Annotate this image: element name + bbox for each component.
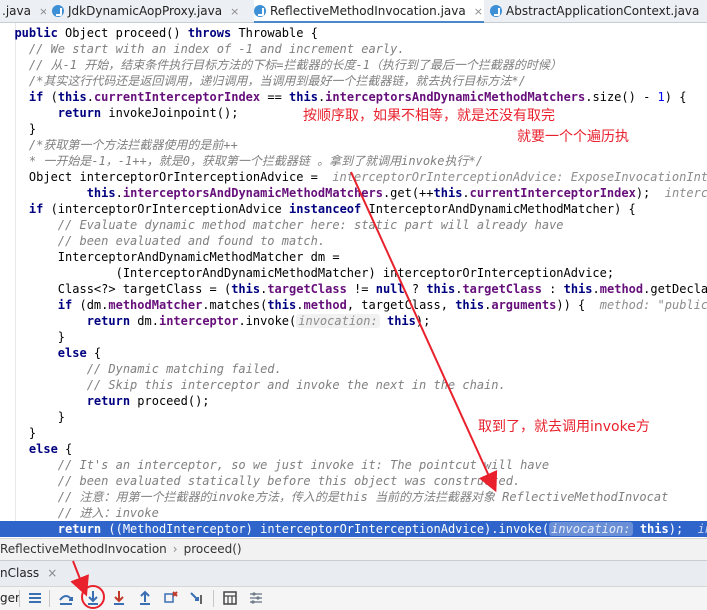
close-icon[interactable]: × xyxy=(230,5,239,18)
code-line[interactable]: (InterceptorAndDynamicMethodMatcher) int… xyxy=(0,265,707,281)
code-line[interactable]: // Dynamic matching failed. xyxy=(0,361,707,377)
close-icon[interactable]: × xyxy=(47,566,57,580)
debug-panel-tabs: nClass × xyxy=(0,560,707,586)
debugger-tab-label[interactable]: ger xyxy=(0,587,20,610)
code-line[interactable]: return dm.interceptor.invoke(invocation:… xyxy=(0,313,707,329)
tab-abstract-application-context[interactable]: AbstractApplicationContext.java× xyxy=(490,0,707,22)
breadcrumb-class[interactable]: ReflectiveMethodInvocation xyxy=(0,542,167,556)
debug-toolbar: ger xyxy=(0,586,707,610)
parameter-hint: invocation: xyxy=(296,314,380,328)
annotation-call-invoke: 取到了，就去调用invoke方 xyxy=(478,419,650,435)
code-line[interactable]: InterceptorAndDynamicMethodMatcher dm = xyxy=(0,249,707,265)
code-line[interactable]: // 进入：invoke xyxy=(0,505,707,521)
tab-label: JdkDynamicAopProxy.java xyxy=(68,4,223,18)
code-line[interactable]: Class<?> targetClass = (this.targetClass… xyxy=(0,281,707,297)
code-line[interactable]: if (this.currentInterceptorIndex == this… xyxy=(0,89,707,105)
code-line[interactable]: // Skip this interceptor and invoke the … xyxy=(0,377,707,393)
java-class-icon xyxy=(52,5,64,17)
editor-tab-bar: .java × JdkDynamicAopProxy.java × Reflecti… xyxy=(0,0,707,23)
code-line-current-execution[interactable]: return ((MethodInterceptor) interceptorO… xyxy=(0,521,707,537)
parameter-hint: invocation: xyxy=(549,522,633,536)
code-line[interactable]: // 注意：用第一个拦截器的invoke方法，传入的是this 当前的方法拦截器… xyxy=(0,489,707,505)
code-line[interactable]: Object interceptorOrInterceptionAdvice =… xyxy=(0,169,707,185)
code-line[interactable]: return proceed(); xyxy=(0,393,707,409)
code-line[interactable]: // We start with an index of -1 and incr… xyxy=(0,41,707,57)
code-line[interactable]: } xyxy=(0,329,707,345)
trace-settings-icon[interactable] xyxy=(247,589,265,607)
code-line[interactable]: // It's an interceptor, so we just invok… xyxy=(0,457,707,473)
code-line[interactable]: else { xyxy=(0,345,707,361)
run-to-cursor-icon[interactable] xyxy=(188,589,206,607)
breadcrumb-method[interactable]: proceed() xyxy=(184,542,242,556)
code-line[interactable]: if (dm.methodMatcher.matches(this.method… xyxy=(0,297,707,313)
java-class-icon xyxy=(490,5,502,17)
code-line[interactable]: // Evaluate dynamic method matcher here:… xyxy=(0,217,707,233)
evaluate-expression-icon[interactable] xyxy=(221,589,239,607)
breadcrumb-separator: › xyxy=(172,542,178,556)
code-line[interactable]: else { xyxy=(0,441,707,457)
breadcrumb: ReflectiveMethodInvocation › proceed() xyxy=(0,538,707,560)
tab-reflective-method-invocation[interactable]: ReflectiveMethodInvocation.java × xyxy=(254,0,484,23)
step-out-icon[interactable] xyxy=(136,589,154,607)
java-class-icon xyxy=(254,5,266,17)
tab-java[interactable]: .java × xyxy=(2,0,46,22)
code-line[interactable]: // been evaluated and found to match. xyxy=(0,233,707,249)
tab-jdk-dynamic-aop-proxy[interactable]: JdkDynamicAopProxy.java × xyxy=(52,0,248,22)
code-line[interactable]: // been evaluated statically before this… xyxy=(0,473,707,489)
code-line[interactable]: * 一开始是-1，-1++，就是0，获取第一个拦截器链 。拿到了就调用invok… xyxy=(0,153,707,169)
toolbar-separator xyxy=(213,590,214,607)
step-over-icon[interactable] xyxy=(57,589,75,607)
close-icon[interactable]: × xyxy=(39,5,46,18)
code-line[interactable]: public Object proceed() throws Throwable… xyxy=(0,25,707,41)
code-line[interactable]: /*其实这行代码还是返回调用，递归调用，当调用到最好一个拦截器链，就去执行目标方… xyxy=(0,73,707,89)
code-line[interactable]: if (interceptorOrInterceptionAdvice inst… xyxy=(0,201,707,217)
code-line[interactable]: this.interceptorsAndDynamicMethodMatcher… xyxy=(0,185,707,201)
force-step-into-icon[interactable] xyxy=(110,589,128,607)
tab-label: .java xyxy=(2,4,31,18)
annotation-sequential-fetch: 按顺序取，如果不相等，就是还没有取完 xyxy=(303,108,555,124)
menu-icon[interactable] xyxy=(26,589,44,607)
debug-session-tab[interactable]: nClass xyxy=(0,566,39,580)
tab-label: ReflectiveMethodInvocation.java xyxy=(270,4,466,18)
tab-label: AbstractApplicationContext.java xyxy=(506,4,700,18)
annotation-iterate: 就要一个个遍历执 xyxy=(517,129,629,145)
toolbar-separator xyxy=(19,590,20,607)
drop-frame-icon[interactable] xyxy=(162,589,180,607)
code-editor[interactable]: public Object proceed() throws Throwable… xyxy=(0,23,707,537)
step-into-icon[interactable] xyxy=(84,589,102,607)
close-icon[interactable]: × xyxy=(474,5,483,18)
code-line[interactable]: // 从-1 开始，结束条件执行目标方法的下标=拦截器的长度-1（执行到了最后一… xyxy=(0,57,707,73)
toolbar-separator xyxy=(49,590,50,607)
